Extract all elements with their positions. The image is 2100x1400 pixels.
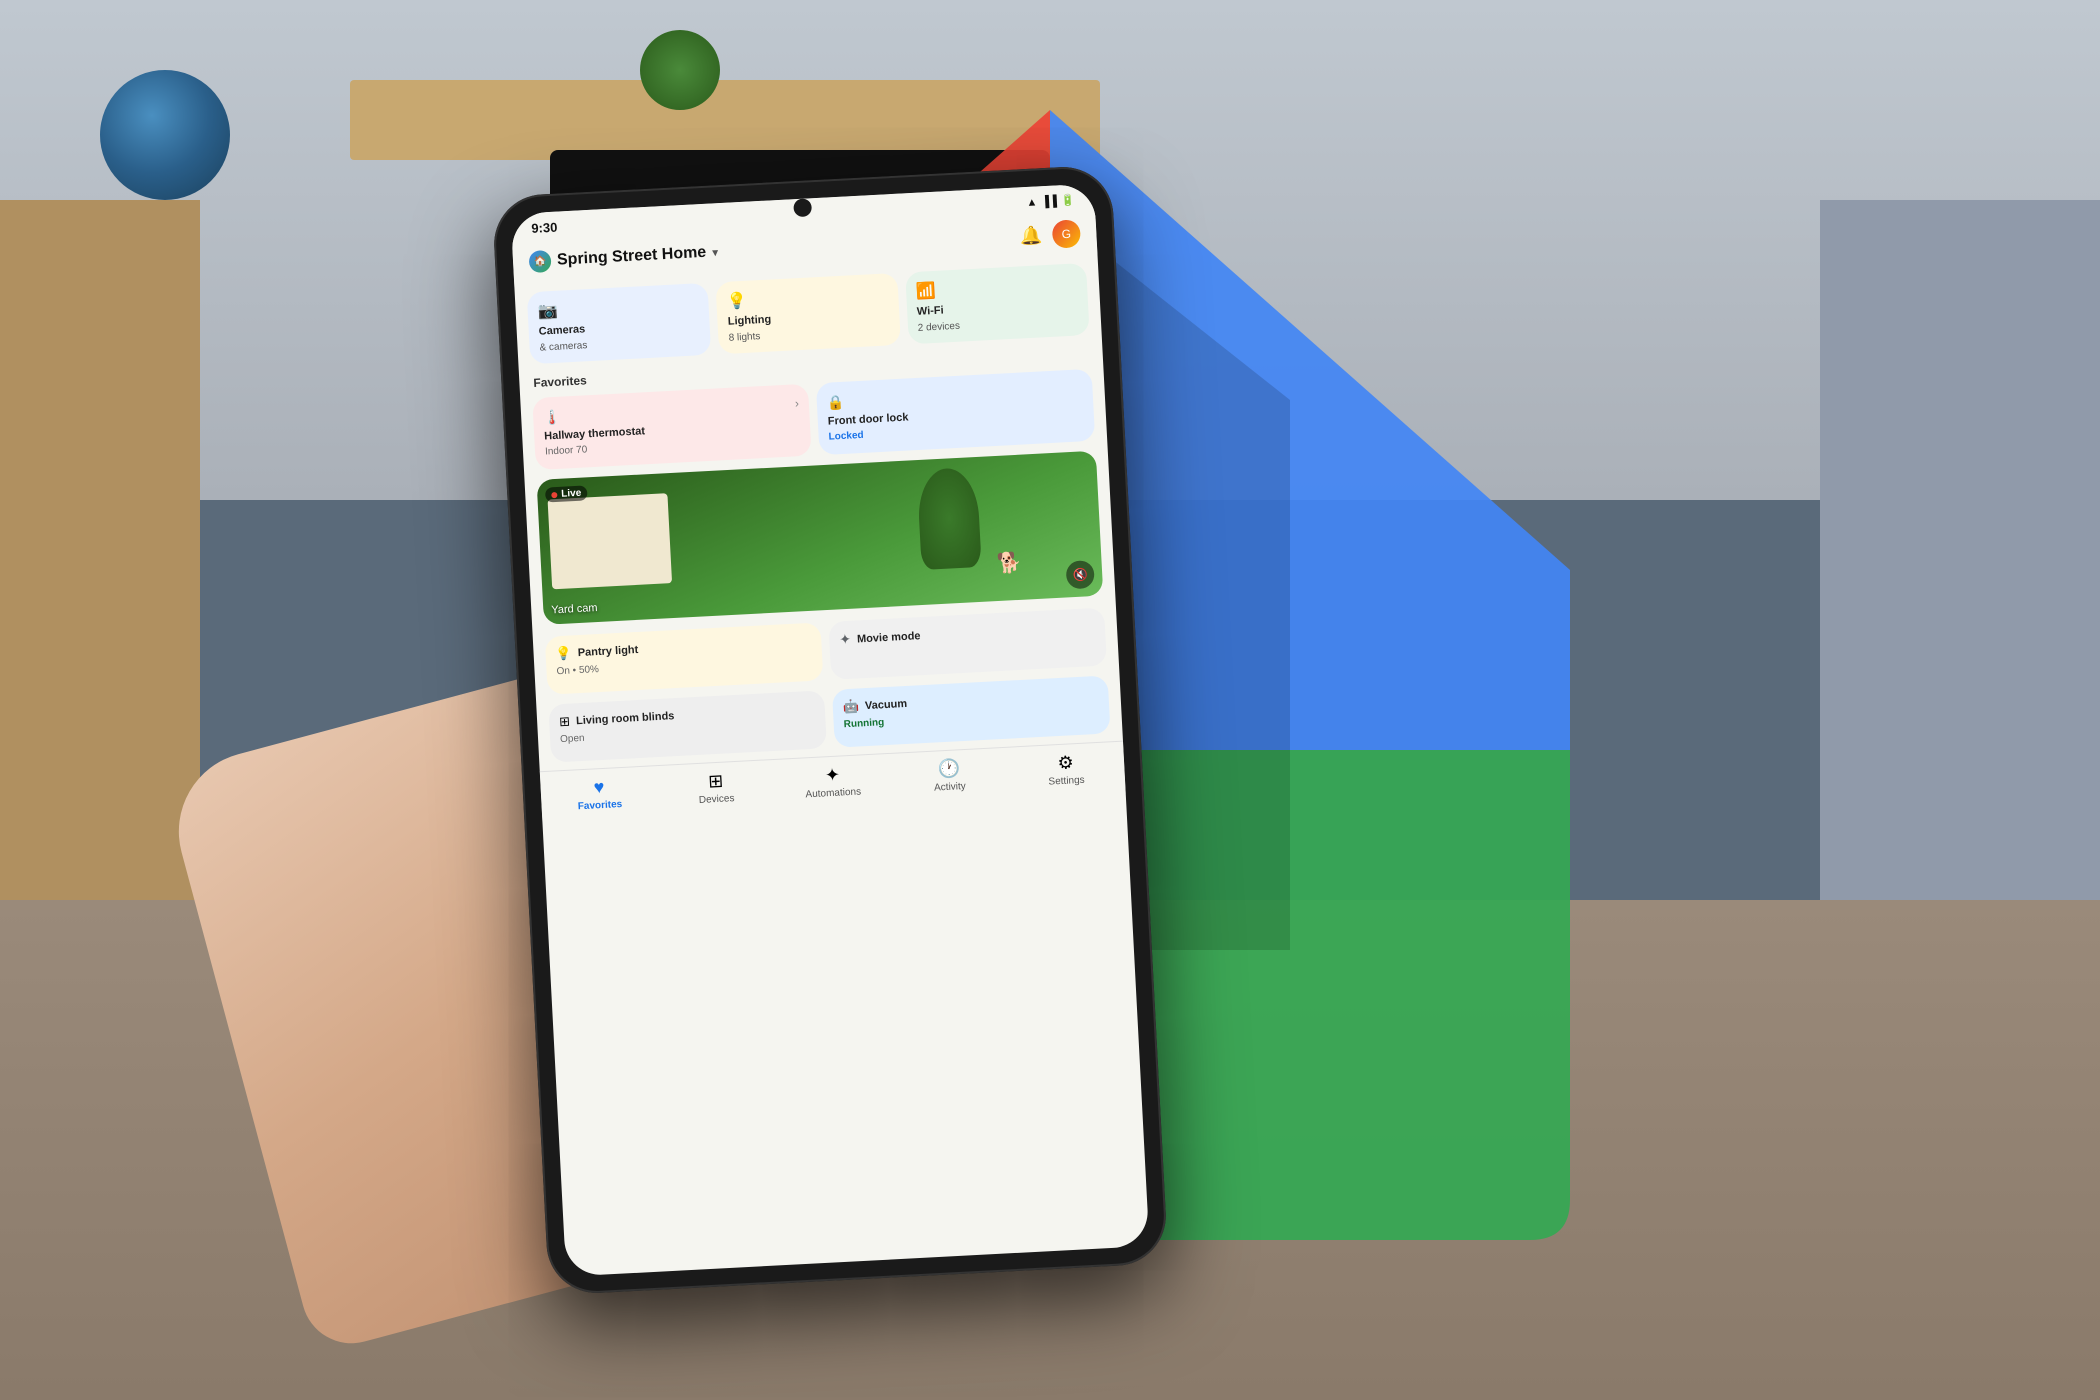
right-cabinet [1820, 200, 2100, 900]
vacuum-card[interactable]: 🤖 Vacuum Running [832, 675, 1111, 747]
left-cabinet [0, 200, 200, 900]
live-dot [551, 491, 557, 497]
thermostat-chevron-icon: › [794, 396, 799, 410]
nav-devices-label: Devices [699, 793, 735, 806]
camera-live-badge: Live [545, 485, 588, 502]
battery-status-icon: 🔋 [1061, 193, 1075, 207]
nav-activity-icon: 🕐 [937, 758, 960, 780]
home-app-icon: 🏠 [529, 250, 552, 273]
camera-house-visual [548, 493, 673, 589]
nav-activity-label: Activity [934, 781, 966, 794]
home-chevron-icon: ▾ [712, 245, 719, 259]
pantry-light-icon: 💡 [555, 645, 572, 662]
nav-automations-label: Automations [805, 786, 861, 800]
cameras-icon: 📷 [537, 293, 699, 321]
header-actions: 🔔 G [1019, 219, 1081, 250]
signal-status-icon: ▐▐ [1041, 195, 1057, 208]
nav-settings-icon: ⚙ [1057, 752, 1074, 774]
status-time: 9:30 [531, 220, 558, 236]
camera-mute-button[interactable]: 🔇 [1066, 560, 1095, 589]
cameras-card[interactable]: 📷 Cameras & cameras [527, 283, 712, 364]
blinds-icon: ⊞ [559, 714, 571, 731]
movie-mode-header: ✦ Movie mode [839, 618, 1096, 648]
vacuum-icon: 🤖 [842, 698, 859, 715]
phone: 9:30 ▲ ▐▐ 🔋 🏠 Spring Street Home ▾ 🔔 [492, 165, 1169, 1296]
nav-favorites[interactable]: ♥ Favorites [540, 774, 658, 814]
home-name-row[interactable]: 🏠 Spring Street Home ▾ [529, 241, 719, 273]
wifi-icon: 📶 [915, 273, 1077, 301]
nav-favorites-label: Favorites [578, 799, 623, 812]
nav-automations[interactable]: ✦ Automations [774, 762, 892, 802]
movie-mode-card[interactable]: ✦ Movie mode [828, 607, 1107, 679]
front-door-card[interactable]: 🔒 Front door lock Locked [816, 369, 1095, 455]
pantry-light-card[interactable]: 💡 Pantry light On • 50% [545, 622, 824, 694]
home-name-label: Spring Street Home [557, 244, 707, 270]
pantry-light-title: Pantry light [578, 644, 639, 659]
bell-icon[interactable]: 🔔 [1019, 225, 1042, 247]
wifi-status-icon: ▲ [1026, 196, 1038, 209]
phone-screen: 9:30 ▲ ▐▐ 🔋 🏠 Spring Street Home ▾ 🔔 [511, 183, 1150, 1276]
home-icon-symbol: 🏠 [534, 256, 547, 268]
wifi-card[interactable]: 📶 Wi-Fi 2 devices [905, 263, 1090, 344]
lock-icon: 🔒 [826, 394, 844, 412]
lighting-icon: 💡 [726, 283, 888, 311]
thermostat-icon: 🌡️ [543, 409, 561, 427]
nav-favorites-icon: ♥ [593, 777, 605, 799]
user-avatar[interactable]: G [1052, 219, 1081, 248]
phone-frame: 9:30 ▲ ▐▐ 🔋 🏠 Spring Street Home ▾ 🔔 [492, 165, 1169, 1296]
lighting-card[interactable]: 💡 Lighting 8 lights [716, 273, 901, 354]
nav-settings[interactable]: ⚙ Settings [1007, 750, 1125, 790]
living-room-blinds-card[interactable]: ⊞ Living room blinds Open [548, 690, 827, 762]
movie-mode-sparkle-icon: ✦ [839, 631, 852, 649]
movie-mode-title: Movie mode [857, 630, 921, 645]
camera-feed[interactable]: 🐕 Live Yard cam 🔇 [537, 451, 1104, 625]
yard-cam-label: Yard cam [551, 602, 598, 616]
blinds-title: Living room blinds [576, 710, 675, 727]
globe-decoration [100, 70, 230, 200]
status-icons: ▲ ▐▐ 🔋 [1026, 193, 1075, 209]
camera-tree-visual [917, 467, 982, 570]
nav-devices-icon: ⊞ [708, 771, 724, 793]
nav-automations-icon: ✦ [824, 765, 840, 787]
live-text: Live [561, 488, 582, 500]
thermostat-card[interactable]: 🌡️ › Hallway thermostat Indoor 70 [532, 384, 811, 470]
nav-activity[interactable]: 🕐 Activity [890, 756, 1008, 796]
nav-devices[interactable]: ⊞ Devices [657, 768, 775, 808]
nav-settings-label: Settings [1048, 775, 1085, 788]
camera-dog-visual: 🐕 [996, 550, 1022, 576]
vacuum-title: Vacuum [865, 698, 908, 712]
